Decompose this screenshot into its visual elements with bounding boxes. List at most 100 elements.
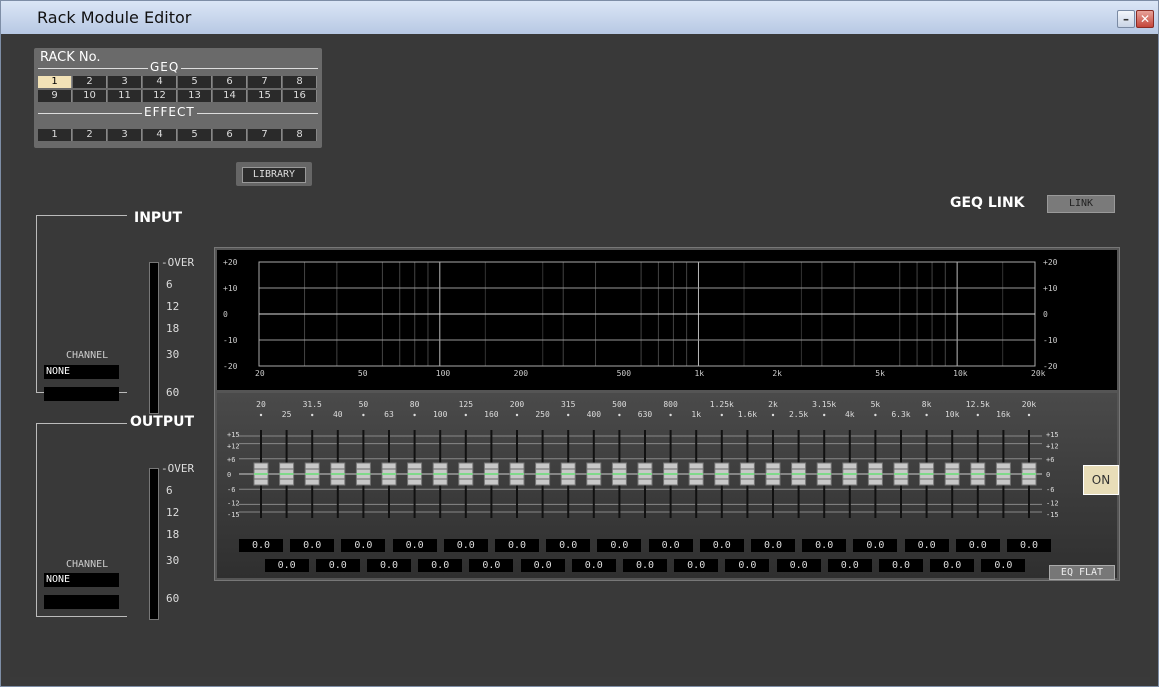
geq-rack-button-1[interactable]: 1 xyxy=(38,76,72,88)
band-gain-value[interactable]: 0.0 xyxy=(623,559,667,572)
graph-x-tick: 100 xyxy=(436,369,451,378)
band-gain-value[interactable]: 0.0 xyxy=(469,559,514,572)
fader-bank: +15 +15 +12 +12 +6 +6 0 0 -6 -6 -12 -12 -15 -15 20 25 31… xyxy=(217,393,1119,580)
minimize-button[interactable]: – xyxy=(1117,10,1135,28)
geq-rack-button-2[interactable]: 2 xyxy=(73,76,107,88)
geq-rack-button-10[interactable]: 10 xyxy=(73,90,107,102)
band-gain-value[interactable]: 0.0 xyxy=(546,539,591,552)
band-gain-value[interactable]: 0.0 xyxy=(674,559,719,572)
effect-rack-button-3[interactable]: 3 xyxy=(108,129,142,141)
geq-rack-button-4[interactable]: 4 xyxy=(143,76,177,88)
geq-rack-button-9[interactable]: 9 xyxy=(38,90,72,102)
geq-rack-button-8[interactable]: 8 xyxy=(283,76,317,88)
band-frequency-label: 500 xyxy=(612,400,627,409)
band-gain-value[interactable]: 0.0 xyxy=(597,539,642,552)
link-button[interactable]: LINK xyxy=(1047,195,1115,213)
band-gain-value[interactable]: 0.0 xyxy=(341,539,386,552)
geq-panel: +20 +20 +10 +10 0 0 -10 -10 -20 -20 20 50 100 200 500 1… xyxy=(214,247,1120,581)
geq-rack-button-5[interactable]: 5 xyxy=(178,76,212,88)
eq-on-button[interactable]: ON xyxy=(1083,465,1119,495)
band-gain-value[interactable]: 0.0 xyxy=(571,559,616,572)
geq-rack-button-12[interactable]: 12 xyxy=(143,90,177,102)
band-gain-value[interactable]: 0.0 xyxy=(776,559,821,572)
band-gain-value[interactable]: 0.0 xyxy=(418,559,463,572)
band-frequency-label: 160 xyxy=(484,410,499,419)
library-button[interactable]: LIBRARY xyxy=(236,162,312,186)
band-gain-value[interactable]: 0.0 xyxy=(879,559,923,572)
band-gain-value[interactable]: 0.0 xyxy=(827,559,872,572)
band-frequency-label: 20 xyxy=(256,400,266,409)
band-gain-value[interactable]: 0.0 xyxy=(392,539,437,552)
band-gain-value[interactable]: 0.0 xyxy=(955,539,1000,552)
geq-rack-button-14[interactable]: 14 xyxy=(213,90,247,102)
eq-flat-button[interactable]: EQ FLAT xyxy=(1049,565,1115,580)
band-gain-value[interactable]: 0.0 xyxy=(802,539,847,552)
geq-rack-button-15[interactable]: 15 xyxy=(248,90,282,102)
graph-y-tick-right: -10 xyxy=(1043,336,1058,345)
graph-x-tick: 200 xyxy=(514,369,529,378)
effect-rack-button-7[interactable]: 7 xyxy=(248,129,282,141)
close-button[interactable]: ✕ xyxy=(1136,10,1154,28)
output-channel-select[interactable]: NONE xyxy=(44,573,119,587)
band-frequency-label: 200 xyxy=(510,400,525,409)
effect-rack-button-8[interactable]: 8 xyxy=(283,129,317,141)
effect-section-label: EFFECT xyxy=(142,105,197,119)
effect-rack-button-5[interactable]: 5 xyxy=(178,129,212,141)
fader-scale-label-left: 0 xyxy=(227,471,231,479)
graph-x-tick: 20 xyxy=(255,369,265,378)
output-channel-label: CHANNEL xyxy=(66,559,109,570)
band-frequency-label: 12.5k xyxy=(966,400,990,409)
meter-scale-18: 18 xyxy=(166,528,180,541)
band-frequency-label: 400 xyxy=(587,410,602,419)
band-gain-value[interactable]: 0.0 xyxy=(520,559,565,572)
geq-rack-button-3[interactable]: 3 xyxy=(108,76,142,88)
input-level-meter xyxy=(149,262,159,414)
band-gain-value[interactable]: 0.0 xyxy=(264,559,309,572)
band-marker-dot xyxy=(925,413,928,417)
geq-rack-button-6[interactable]: 6 xyxy=(213,76,247,88)
band-frequency-label: 20k xyxy=(1022,400,1037,409)
band-gain-value[interactable]: 0.0 xyxy=(648,539,693,552)
geq-section-label: GEQ xyxy=(148,60,182,74)
geq-rack-button-16[interactable]: 16 xyxy=(283,90,317,102)
eq-graph-svg: +20 +20+10 +100 0-10 -10-20 -2020 50 100 200 500 1… xyxy=(223,258,1058,378)
geq-rack-button-11[interactable]: 11 xyxy=(108,90,142,102)
band-frequency-label: 630 xyxy=(638,410,653,419)
band-gain-value[interactable]: 0.0 xyxy=(981,559,1026,572)
band-marker-dot xyxy=(720,413,723,417)
band-marker-dot xyxy=(874,413,877,417)
input-channel-select[interactable]: NONE xyxy=(44,365,119,379)
effect-rack-button-6[interactable]: 6 xyxy=(213,129,247,141)
band-gain-value[interactable]: 0.0 xyxy=(1007,539,1051,552)
effect-rack-button-4[interactable]: 4 xyxy=(143,129,177,141)
rack-module-editor-window: Rack Module Editor – ✕ RACK No. GEQ 1234… xyxy=(0,0,1159,687)
band-frequency-label: 40 xyxy=(333,410,343,419)
input-channel-label: CHANNEL xyxy=(66,350,109,361)
meter-scale-60: 60 xyxy=(166,386,180,399)
graph-x-tick: 2k xyxy=(772,369,782,378)
band-gain-value[interactable]: 0.0 xyxy=(443,539,488,552)
band-gain-value[interactable]: 0.0 xyxy=(751,539,795,552)
fader-scale-label-right: -6 xyxy=(1046,486,1054,494)
graph-x-tick: 1k xyxy=(694,369,704,378)
band-frequency-label: 25 xyxy=(282,410,292,419)
band-marker-dot xyxy=(259,413,263,417)
band-gain-value[interactable]: 0.0 xyxy=(495,539,539,552)
band-gain-value[interactable]: 0.0 xyxy=(725,559,770,572)
band-gain-value[interactable]: 0.0 xyxy=(315,559,360,572)
band-gain-value[interactable]: 0.0 xyxy=(853,539,898,552)
geq-rack-button-7[interactable]: 7 xyxy=(248,76,282,88)
geq-rack-button-13[interactable]: 13 xyxy=(178,90,212,102)
band-gain-value[interactable]: 0.0 xyxy=(930,559,975,572)
band-marker-dot xyxy=(413,413,416,417)
band-gain-value[interactable]: 0.0 xyxy=(290,539,335,552)
band-gain-value[interactable]: 0.0 xyxy=(367,559,411,572)
meter-scale-6: 6 xyxy=(166,278,173,291)
band-gain-value[interactable]: 0.0 xyxy=(239,539,283,552)
effect-rack-button-1[interactable]: 1 xyxy=(38,129,72,141)
fader-scale-label-left: -6 xyxy=(227,486,235,494)
effect-rack-button-2[interactable]: 2 xyxy=(73,129,107,141)
band-gain-value[interactable]: 0.0 xyxy=(904,539,949,552)
title-bar: Rack Module Editor – ✕ xyxy=(1,1,1158,34)
band-gain-value[interactable]: 0.0 xyxy=(699,539,744,552)
